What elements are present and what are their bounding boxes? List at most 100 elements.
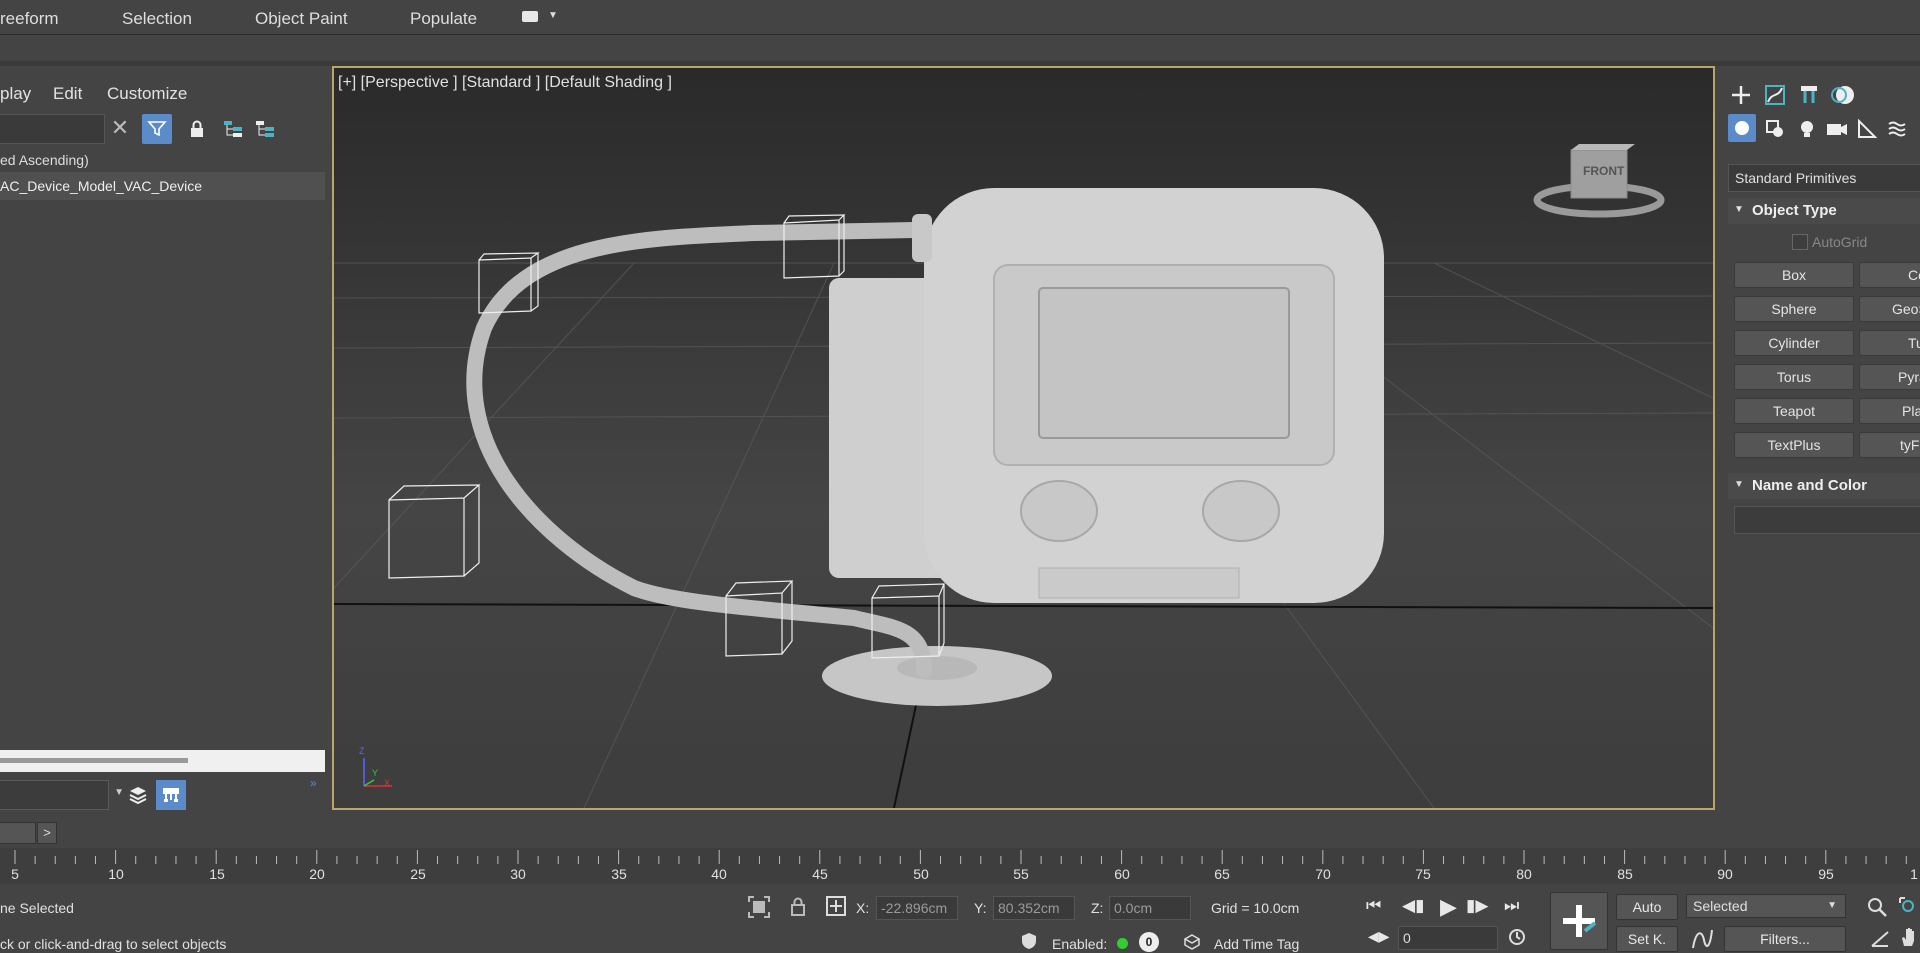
lock-icon[interactable]: [184, 116, 210, 142]
goto-end-icon[interactable]: ⏭: [1504, 896, 1519, 916]
motion-tab-icon[interactable]: [1828, 80, 1858, 110]
expand-arrows-icon[interactable]: »: [310, 776, 317, 790]
autogrid-checkbox[interactable]: AutoGrid: [1792, 234, 1867, 250]
tick-label: 95: [1818, 866, 1834, 882]
timeline-ruler[interactable]: 5 10 15 20 25 30 35 40 45 50 55 60 65 70…: [0, 848, 1920, 884]
goto-start-icon[interactable]: ⏮: [1366, 896, 1381, 916]
sort-column-header[interactable]: ed Ascending): [0, 152, 89, 168]
next-frame-button[interactable]: >: [37, 822, 57, 844]
ribbon-chevron-down-icon[interactable]: ▼: [548, 10, 558, 21]
scrollbar-thumb[interactable]: [0, 758, 188, 763]
grid-size: Grid = 10.0cm: [1211, 900, 1300, 916]
teapot-button[interactable]: Teapot: [1734, 398, 1854, 424]
cone-button[interactable]: Co: [1859, 262, 1920, 288]
key-filter-curve-icon[interactable]: [1690, 926, 1714, 953]
zoom-icon[interactable]: [1866, 896, 1888, 921]
sphere-button[interactable]: Sphere: [1734, 296, 1854, 322]
modify-tab-icon[interactable]: [1760, 80, 1790, 110]
torus-button[interactable]: Torus: [1734, 364, 1854, 390]
hierarchy-tab-icon[interactable]: [1794, 80, 1824, 110]
object-name-field[interactable]: [1734, 506, 1920, 534]
viewcube[interactable]: FRONT: [1529, 142, 1669, 227]
previous-frame-icon[interactable]: ◀▮: [1402, 896, 1424, 916]
clear-search-icon[interactable]: ✕: [107, 115, 133, 141]
x-coordinate-field[interactable]: -22.896cm: [876, 896, 958, 920]
play-icon[interactable]: ▶: [1440, 894, 1457, 920]
set-key-button[interactable]: Set K.: [1616, 926, 1678, 952]
object-type-rollout[interactable]: ▼ Object Type: [1728, 198, 1920, 224]
tick-label: 25: [410, 866, 426, 882]
spacewarps-icon[interactable]: [1882, 114, 1912, 144]
frame-spinner-arrows-icon[interactable]: ◀▶: [1368, 928, 1390, 945]
ruler-ticks: [14, 850, 1907, 864]
plane-button[interactable]: Pla: [1859, 398, 1920, 424]
hierarchy-icon[interactable]: [220, 116, 246, 142]
z-coordinate-field[interactable]: 0.0cm: [1109, 896, 1191, 920]
auto-key-button[interactable]: Auto: [1616, 894, 1678, 920]
tab-object-paint[interactable]: Object Paint: [255, 9, 348, 29]
layer-dropdown[interactable]: ▼: [0, 780, 124, 810]
selection-lock-icon[interactable]: [790, 896, 806, 919]
time-tag-icon[interactable]: [1183, 934, 1201, 953]
axis-z-label: Z: [359, 746, 365, 756]
menu-display[interactable]: play: [0, 84, 31, 104]
autogrid-box[interactable]: [1792, 234, 1808, 250]
enabled-count-badge[interactable]: 0: [1139, 932, 1159, 952]
viewcube-face[interactable]: FRONT: [1583, 164, 1624, 178]
y-label: Y:: [974, 900, 987, 916]
geometry-icon[interactable]: [1728, 114, 1756, 142]
pyramid-button[interactable]: Pyra: [1859, 364, 1920, 390]
scene-explorer: play Edit Customize ✕ ed Ascending) AC_D…: [0, 66, 325, 841]
y-coordinate-field[interactable]: 80.352cm: [993, 896, 1075, 920]
filter-icon[interactable]: [142, 114, 172, 144]
status-bar: ne Selected ck or click-and-drag to sele…: [0, 884, 1920, 953]
layers-icon[interactable]: [123, 780, 153, 810]
time-config-icon[interactable]: [1508, 928, 1528, 951]
tick-label: 35: [611, 866, 627, 882]
key-mode-dropdown[interactable]: Selected ▼: [1686, 894, 1846, 918]
perspective-viewport[interactable]: [+] [Perspective ] [Standard ] [Default …: [332, 66, 1715, 810]
axis-x-label: X: [384, 778, 391, 788]
key-filters-button[interactable]: Filters...: [1724, 926, 1846, 952]
scene-hierarchy-icon[interactable]: [156, 780, 186, 810]
tree-row[interactable]: AC_Device_Model_VAC_Device: [0, 172, 325, 200]
ribbon-options-icon[interactable]: [522, 11, 538, 22]
pan-hand-icon[interactable]: [1898, 926, 1920, 951]
time-slider-handle[interactable]: [0, 822, 36, 844]
z-label: Z:: [1091, 900, 1104, 916]
absolute-mode-icon[interactable]: [826, 896, 846, 919]
box-button[interactable]: Box: [1734, 262, 1854, 288]
current-frame-field[interactable]: 0: [1398, 926, 1498, 950]
zoom-all-icon[interactable]: [1898, 896, 1920, 921]
field-of-view-icon[interactable]: [1870, 928, 1890, 951]
isolate-selection-icon[interactable]: [748, 896, 770, 921]
key-mode-value: Selected: [1693, 898, 1748, 914]
x-label: X:: [856, 900, 870, 916]
menu-edit[interactable]: Edit: [53, 84, 82, 104]
explorer-scrollbar[interactable]: [0, 750, 325, 772]
tick-label: 30: [510, 866, 526, 882]
time-slider[interactable]: >: [0, 820, 1920, 844]
name-color-title: Name and Color: [1752, 477, 1868, 494]
tick-label: 85: [1617, 866, 1633, 882]
menu-customize[interactable]: Customize: [107, 84, 187, 104]
shapes-icon[interactable]: [1760, 114, 1790, 144]
helpers-icon[interactable]: [1852, 114, 1882, 144]
tube-button[interactable]: Tu: [1859, 330, 1920, 356]
primitive-type-dropdown[interactable]: Standard Primitives: [1728, 164, 1920, 192]
tab-populate[interactable]: Populate: [410, 9, 477, 29]
search-input[interactable]: [0, 114, 105, 144]
create-tab-icon[interactable]: [1726, 80, 1756, 110]
next-frame-icon[interactable]: ▮▶: [1466, 896, 1488, 916]
tyflow-button[interactable]: tyF: [1859, 432, 1920, 458]
name-color-rollout[interactable]: ▼ Name and Color: [1728, 473, 1920, 499]
geosphere-button[interactable]: GeoS: [1859, 296, 1920, 322]
hierarchy-alt-icon[interactable]: [252, 116, 278, 142]
tab-freeform[interactable]: reeform: [0, 9, 59, 29]
tab-selection[interactable]: Selection: [122, 9, 192, 29]
textplus-button[interactable]: TextPlus: [1734, 432, 1854, 458]
lights-icon[interactable]: [1792, 114, 1822, 144]
cameras-icon[interactable]: [1822, 114, 1852, 144]
set-key-big-button[interactable]: [1550, 892, 1608, 950]
cylinder-button[interactable]: Cylinder: [1734, 330, 1854, 356]
